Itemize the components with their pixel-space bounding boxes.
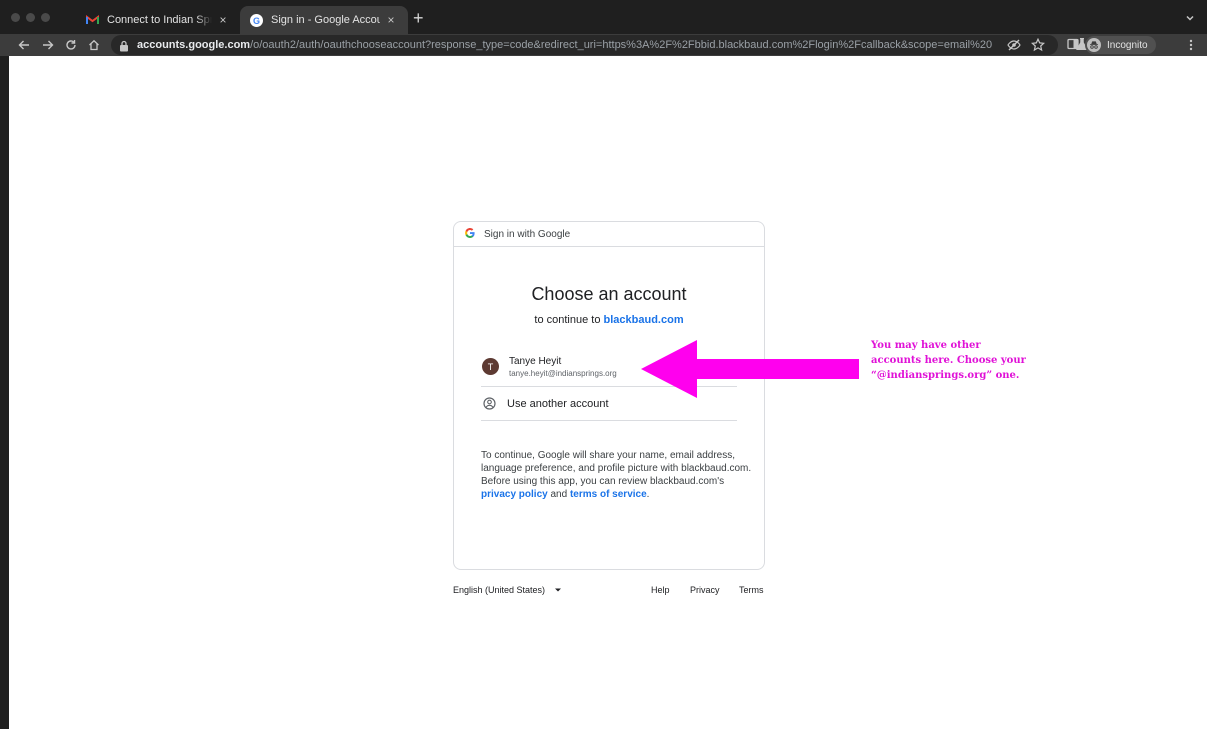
account-name: Tanye Heyit — [509, 355, 562, 367]
google-g-icon — [465, 227, 475, 241]
account-circle-icon — [483, 397, 496, 410]
subtitle: to continue to blackbaud.com — [454, 314, 764, 326]
kebab-menu-icon[interactable] — [1189, 38, 1193, 57]
new-tab-button[interactable]: + — [413, 8, 424, 28]
eye-off-icon[interactable] — [1007, 38, 1021, 52]
incognito-label: Incognito — [1107, 39, 1148, 51]
window-minimize-dot[interactable] — [26, 13, 35, 22]
gmail-icon — [86, 14, 99, 27]
url-text[interactable]: accounts.google.com/o/oauth2/auth/oauthc… — [137, 39, 992, 51]
page-content: Sign in with Google Choose an account to… — [9, 56, 1207, 729]
incognito-indicator[interactable]: Incognito — [1085, 36, 1156, 54]
tab-title: Connect to Indian Springs Scho — [107, 14, 212, 26]
tab-close-icon[interactable]: × — [216, 13, 230, 27]
annotation-arrow-icon — [641, 340, 859, 398]
back-arrow-icon[interactable] — [16, 37, 32, 53]
tab-close-icon[interactable]: × — [384, 13, 398, 27]
caret-down-icon — [554, 588, 561, 592]
annotation-note: You may have other accounts here. Choose… — [871, 338, 1071, 383]
disclaimer-end: . — [646, 489, 650, 500]
google-icon: G — [250, 13, 263, 27]
language-select[interactable]: English (United States) — [453, 585, 562, 595]
window-close-dot[interactable] — [11, 13, 20, 22]
browser-toolbar: accounts.google.com/o/oauth2/auth/oauthc… — [0, 34, 1207, 56]
tab-strip: Connect to Indian Springs Scho × G Sign … — [0, 0, 1207, 34]
disclaimer-and: and — [547, 489, 570, 500]
disclaimer-text: To continue, Google will share your name… — [481, 450, 752, 487]
forward-arrow-icon[interactable] — [40, 37, 56, 53]
tab-gmail[interactable]: Connect to Indian Springs Scho × — [76, 6, 240, 34]
app-name-link[interactable]: blackbaud.com — [604, 314, 684, 326]
terms-of-service-link[interactable]: terms of service — [570, 489, 647, 500]
bookmark-star-icon[interactable] — [1030, 37, 1046, 52]
url-host: accounts.google.com — [137, 39, 251, 51]
window-frame — [0, 56, 9, 729]
annotation-line: accounts here. Choose your — [871, 355, 1026, 366]
help-link[interactable]: Help — [651, 585, 670, 595]
terms-link[interactable]: Terms — [739, 585, 764, 595]
incognito-icon — [1087, 38, 1101, 52]
subtitle-text: to continue to — [534, 314, 604, 326]
page-title: Choose an account — [531, 284, 687, 304]
consent-disclaimer: To continue, Google will share your name… — [481, 449, 757, 501]
home-icon[interactable] — [86, 37, 102, 53]
reload-icon[interactable] — [63, 37, 79, 53]
privacy-link[interactable]: Privacy — [690, 585, 720, 595]
card-header-title: Sign in with Google — [484, 228, 571, 240]
annotation-line: “@indiansprings.org” one. — [871, 370, 1020, 381]
use-another-account-label: Use another account — [507, 397, 609, 410]
side-panel-icon[interactable] — [1066, 37, 1080, 51]
url-path: /o/oauth2/auth/oauthchooseaccount?respon… — [250, 39, 992, 51]
lock-icon[interactable] — [119, 39, 129, 52]
annotation-line: You may have other — [871, 340, 981, 351]
avatar: T — [482, 358, 499, 375]
svg-text:G: G — [253, 16, 260, 26]
privacy-policy-link[interactable]: privacy policy — [481, 489, 548, 500]
card-header: Sign in with Google — [454, 222, 764, 247]
window-zoom-dot[interactable] — [41, 13, 50, 22]
address-bar[interactable]: accounts.google.com/o/oauth2/auth/oauthc… — [111, 35, 1058, 55]
tab-title: Sign in - Google Accounts — [271, 14, 380, 26]
tab-search-chevron-icon[interactable] — [1185, 10, 1195, 28]
tab-google-sign-in[interactable]: G Sign in - Google Accounts × — [240, 6, 408, 34]
language-label: English (United States) — [453, 585, 546, 595]
account-email: tanye.heyit@indiansprings.org — [509, 368, 617, 378]
